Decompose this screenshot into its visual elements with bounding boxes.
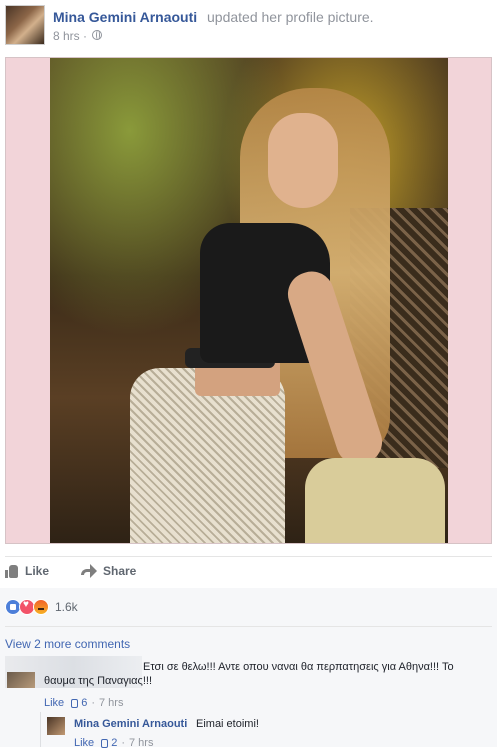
photo-face (268, 113, 338, 208)
reactions-summary[interactable]: 1.6k (5, 598, 78, 616)
share-arrow-icon (81, 564, 97, 578)
reply-meta: Like 2 · 7 hrs (74, 737, 153, 749)
reply-time[interactable]: 7 hrs (129, 737, 153, 749)
share-button-label: Share (103, 564, 137, 578)
comment-like-link[interactable]: Like (44, 697, 64, 709)
meta-separator: · (121, 737, 125, 749)
reply-thread-line (40, 712, 41, 747)
profile-picture-post: Mina Gemini Arnaouti updated her profile… (0, 0, 497, 749)
angry-reaction-icon (33, 599, 49, 615)
reply-author-name[interactable]: Mina Gemini Arnaouti (74, 718, 187, 730)
reply-author-avatar[interactable] (47, 717, 65, 735)
reaction-count[interactable]: 1.6k (55, 600, 78, 614)
author-avatar[interactable] (5, 5, 45, 45)
comment-text: Ετσι σε θελω!!! Αντε οπου ναναι θα περπα… (44, 660, 484, 688)
like-button-label: Like (25, 564, 50, 578)
comment-like-count[interactable]: 6 (81, 697, 87, 709)
profile-photo[interactable] (50, 58, 448, 543)
thumbs-up-icon (5, 564, 19, 578)
comment-meta: Like 6 · 7 hrs (44, 697, 123, 709)
reply-text: Eimai etoimi! (196, 718, 259, 730)
comment-time[interactable]: 7 hrs (99, 697, 123, 709)
divider (5, 556, 492, 557)
author-name[interactable]: Mina Gemini Arnaouti (53, 9, 197, 25)
comment-body: Ετσι σε θελω!!! Αντε οπου ναναι θα περπα… (44, 661, 454, 687)
thumbs-up-icon (69, 698, 79, 708)
divider (5, 626, 492, 627)
like-button[interactable]: Like (5, 559, 49, 583)
reply-like-count[interactable]: 2 (111, 737, 117, 749)
post-meta: 8 hrs · (53, 29, 87, 43)
post-time[interactable]: 8 hrs (53, 29, 80, 43)
photo-pillow (305, 458, 445, 543)
reply-like-link[interactable]: Like (74, 737, 94, 749)
view-more-comments-link[interactable]: View 2 more comments (5, 637, 130, 651)
commenter-avatar[interactable] (7, 672, 35, 688)
meta-separator: · (83, 29, 88, 43)
post-action-text: updated her profile picture. (207, 9, 374, 25)
meta-separator: · (91, 697, 95, 709)
share-button[interactable]: Share (81, 559, 136, 583)
globe-icon[interactable] (92, 30, 102, 40)
